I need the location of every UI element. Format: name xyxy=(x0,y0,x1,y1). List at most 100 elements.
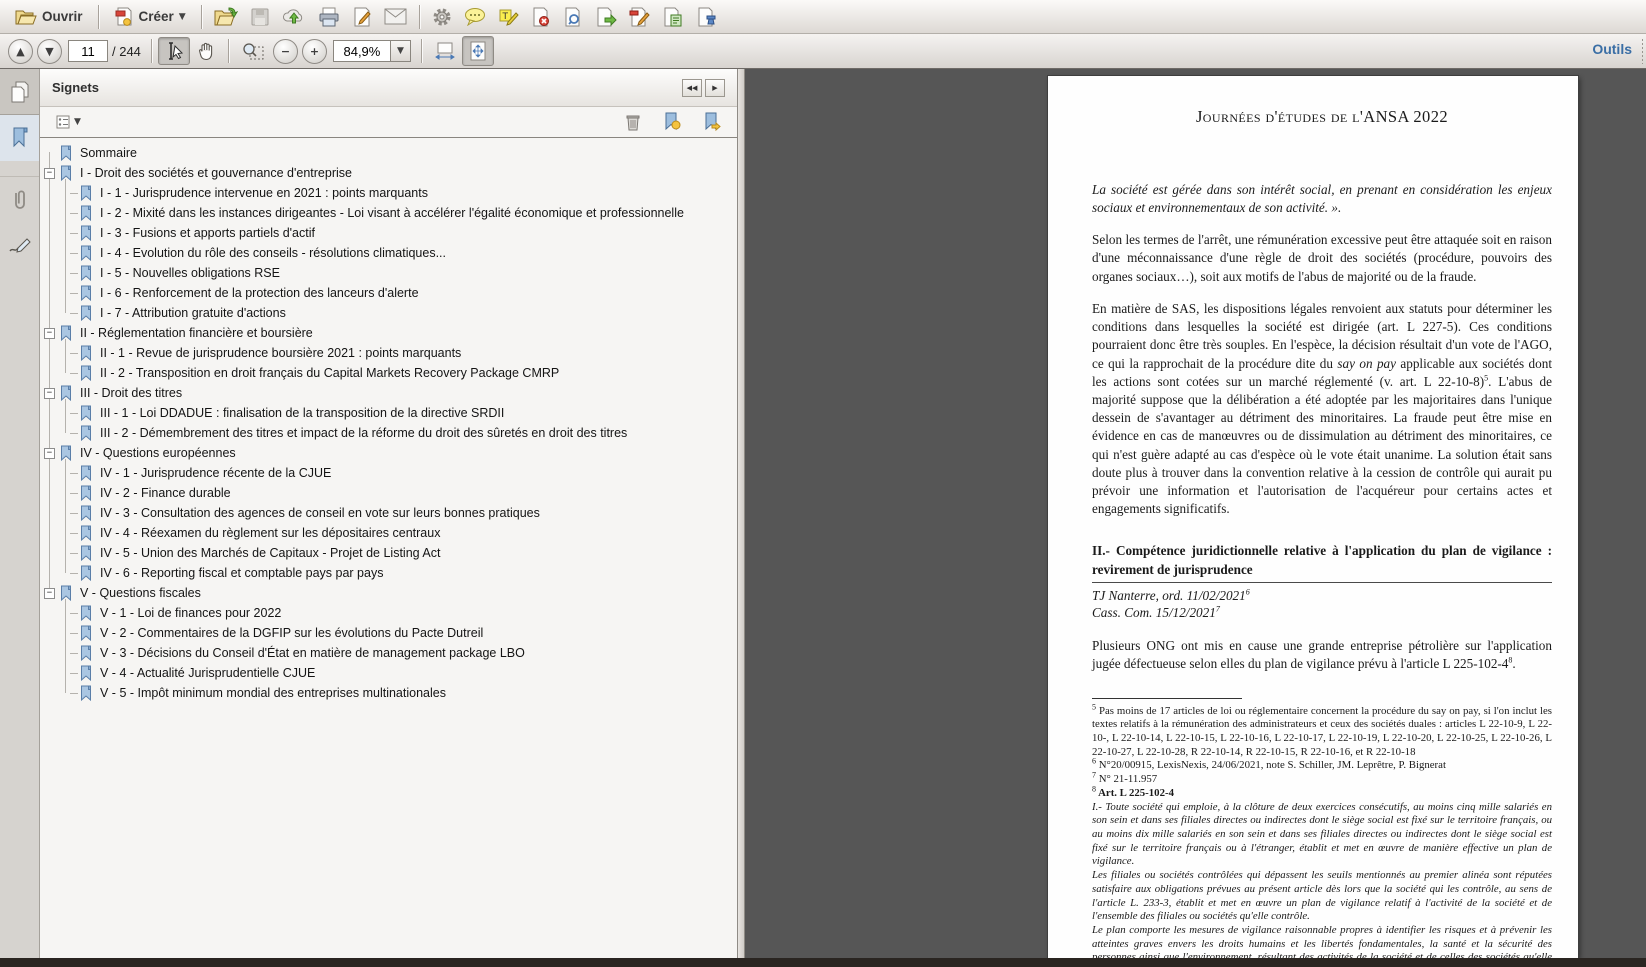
bookmark-item[interactable]: II - 2 - Transposition en droit français… xyxy=(40,363,737,383)
hand-tool-button[interactable] xyxy=(190,37,222,65)
delete-bookmark-button[interactable] xyxy=(619,109,647,135)
bookmark-item[interactable]: V - 1 - Loi de finances pour 2022 xyxy=(40,603,737,623)
bookmark-item[interactable]: IV - 4 - Réexamen du règlement sur les d… xyxy=(40,523,737,543)
select-tool-button[interactable] xyxy=(157,37,190,65)
bookmark-item[interactable]: I - 6 - Renforcement de la protection de… xyxy=(40,283,737,303)
bookmark-item[interactable]: − II - Réglementation financière et bours… xyxy=(40,323,737,343)
open-file-button[interactable] xyxy=(208,3,244,31)
delete-page-button[interactable] xyxy=(525,3,557,31)
bookmark-item[interactable]: IV - 1 - Jurisprudence récente de la CJU… xyxy=(40,463,737,483)
collapse-toggle-icon[interactable]: − xyxy=(44,447,55,459)
bookmark-label[interactable]: I - 4 - Evolution du rôle des conseils -… xyxy=(98,246,448,260)
bookmark-item[interactable]: IV - 6 - Reporting fiscal et comptable p… xyxy=(40,563,737,583)
bookmark-label[interactable]: IV - 2 - Finance durable xyxy=(98,486,233,500)
bookmark-item[interactable]: III - 2 - Démembrement des titres et imp… xyxy=(40,423,737,443)
zoom-out-button[interactable]: − xyxy=(272,38,298,64)
next-bookmark-button[interactable] xyxy=(697,108,727,136)
extract-page-button[interactable] xyxy=(656,3,690,31)
bookmark-label[interactable]: I - 6 - Renforcement de la protection de… xyxy=(98,286,421,300)
bookmark-item[interactable]: V - 5 - Impôt minimum mondial des entrep… xyxy=(40,683,737,703)
zoom-in-button[interactable]: + xyxy=(301,38,327,64)
bookmark-label[interactable]: I - 7 - Attribution gratuite d'actions xyxy=(98,306,288,320)
email-button[interactable] xyxy=(378,4,413,29)
signatures-panel-button[interactable] xyxy=(0,223,39,269)
panel-splitter[interactable] xyxy=(738,69,745,958)
bookmark-label[interactable]: I - 3 - Fusions et apports partiels d'ac… xyxy=(98,226,317,240)
collapse-toggle-icon[interactable]: − xyxy=(44,327,55,339)
bookmark-label[interactable]: I - 5 - Nouvelles obligations RSE xyxy=(98,266,282,280)
bookmark-label[interactable]: Sommaire xyxy=(78,146,139,160)
bookmark-label[interactable]: IV - 1 - Jurisprudence récente de la CJU… xyxy=(98,466,333,480)
zoom-marquee-button[interactable] xyxy=(235,37,271,65)
next-page-button[interactable]: ▼ xyxy=(37,38,62,64)
bookmark-item[interactable]: Sommaire xyxy=(40,143,737,163)
bookmark-label[interactable]: I - 2 - Mixité dans les instances dirige… xyxy=(98,206,686,220)
upload-document-button[interactable] xyxy=(276,3,312,31)
bookmark-label[interactable]: IV - 3 - Consultation des agences de con… xyxy=(98,506,542,520)
previous-page-button[interactable]: ▲ xyxy=(8,38,33,64)
bookmark-item[interactable]: − V - Questions fiscales xyxy=(40,583,737,603)
collapse-toggle-icon[interactable]: − xyxy=(44,167,55,179)
collapse-toggle-icon[interactable]: − xyxy=(44,387,55,399)
pages-panel-button[interactable] xyxy=(0,69,39,115)
tools-panel-link[interactable]: Outils xyxy=(1592,41,1632,57)
page-number-input[interactable] xyxy=(68,40,108,62)
bookmark-item[interactable]: V - 2 - Commentaires de la DGFIP sur les… xyxy=(40,623,737,643)
fit-width-button[interactable] xyxy=(428,37,462,65)
bookmark-options-button[interactable]: ▼ xyxy=(50,111,87,133)
zoom-level-value[interactable]: 84,9% xyxy=(332,40,391,62)
new-bookmark-button[interactable] xyxy=(657,108,687,136)
bookmark-item[interactable]: I - 1 - Jurisprudence intervenue en 2021… xyxy=(40,183,737,203)
bookmark-item[interactable]: V - 4 - Actualité Jurisprudentielle CJUE xyxy=(40,663,737,683)
bookmark-item[interactable]: I - 2 - Mixité dans les instances dirige… xyxy=(40,203,737,223)
bookmark-label[interactable]: IV - 6 - Reporting fiscal et comptable p… xyxy=(98,566,385,580)
sign-document-button[interactable] xyxy=(346,3,378,31)
bookmark-label[interactable]: II - 1 - Revue de jurisprudence boursièr… xyxy=(98,346,463,360)
bookmark-item[interactable]: II - 1 - Revue de jurisprudence boursièr… xyxy=(40,343,737,363)
fit-page-button[interactable] xyxy=(461,36,494,66)
bookmark-label[interactable]: I - 1 - Jurisprudence intervenue en 2021… xyxy=(98,186,430,200)
bookmark-label[interactable]: II - 2 - Transposition en droit français… xyxy=(98,366,561,380)
bookmark-item[interactable]: I - 5 - Nouvelles obligations RSE xyxy=(40,263,737,283)
bookmark-item[interactable]: I - 7 - Attribution gratuite d'actions xyxy=(40,303,737,323)
export-page-button[interactable] xyxy=(589,3,623,31)
collapse-panel-button[interactable]: ◀◀ xyxy=(682,78,702,97)
bookmark-item[interactable]: V - 3 - Décisions du Conseil d'État en m… xyxy=(40,643,737,663)
bookmark-label[interactable]: V - 5 - Impôt minimum mondial des entrep… xyxy=(98,686,448,700)
bookmark-item[interactable]: I - 3 - Fusions et apports partiels d'ac… xyxy=(40,223,737,243)
stamp-page-button[interactable] xyxy=(690,3,724,31)
bookmark-label[interactable]: IV - 4 - Réexamen du règlement sur les d… xyxy=(98,526,442,540)
attachments-panel-button[interactable] xyxy=(0,177,39,223)
search-page-button[interactable] xyxy=(557,3,589,31)
bookmark-label[interactable]: IV - Questions européennes xyxy=(78,446,238,460)
bookmark-item[interactable]: I - 4 - Evolution du rôle des conseils -… xyxy=(40,243,737,263)
bookmark-label[interactable]: V - 1 - Loi de finances pour 2022 xyxy=(98,606,283,620)
edit-page-button[interactable] xyxy=(623,3,656,31)
bookmark-item[interactable]: IV - 3 - Consultation des agences de con… xyxy=(40,503,737,523)
settings-gear-button[interactable] xyxy=(426,3,458,31)
bookmark-label[interactable]: V - 2 - Commentaires de la DGFIP sur les… xyxy=(98,626,485,640)
comment-button[interactable] xyxy=(458,3,492,30)
bookmark-label[interactable]: I - Droit des sociétés et gouvernance d'… xyxy=(78,166,354,180)
expand-panel-button[interactable]: ▶ xyxy=(705,78,725,97)
bookmark-item[interactable]: − I - Droit des sociétés et gouvernance d… xyxy=(40,163,737,183)
collapse-toggle-icon[interactable]: − xyxy=(44,587,55,599)
bookmark-label[interactable]: II - Réglementation financière et boursi… xyxy=(78,326,315,340)
highlight-text-button[interactable]: T xyxy=(492,3,525,31)
bookmark-label[interactable]: V - 4 - Actualité Jurisprudentielle CJUE xyxy=(98,666,317,680)
create-button[interactable]: Créer ▼ xyxy=(105,3,195,31)
bookmark-item[interactable]: − IV - Questions européennes xyxy=(40,443,737,463)
bookmark-item[interactable]: III - 1 - Loi DDADUE : finalisation de l… xyxy=(40,403,737,423)
bookmarks-panel-button[interactable] xyxy=(0,115,39,161)
bookmark-item[interactable]: − III - Droit des titres xyxy=(40,383,737,403)
document-viewport[interactable]: Journées d'études de l'ANSA 2022 La socié… xyxy=(745,69,1646,958)
bookmark-label[interactable]: V - 3 - Décisions du Conseil d'État en m… xyxy=(98,646,527,660)
open-button[interactable]: Ouvrir xyxy=(6,4,92,30)
print-button[interactable] xyxy=(312,3,346,31)
bookmark-label[interactable]: III - 2 - Démembrement des titres et imp… xyxy=(98,426,629,440)
bookmark-item[interactable]: IV - 2 - Finance durable xyxy=(40,483,737,503)
save-button[interactable] xyxy=(244,3,276,31)
bookmark-label[interactable]: III - 1 - Loi DDADUE : finalisation de l… xyxy=(98,406,506,420)
bookmark-item[interactable]: IV - 5 - Union des Marchés de Capitaux -… xyxy=(40,543,737,563)
bookmark-label[interactable]: III - Droit des titres xyxy=(78,386,184,400)
